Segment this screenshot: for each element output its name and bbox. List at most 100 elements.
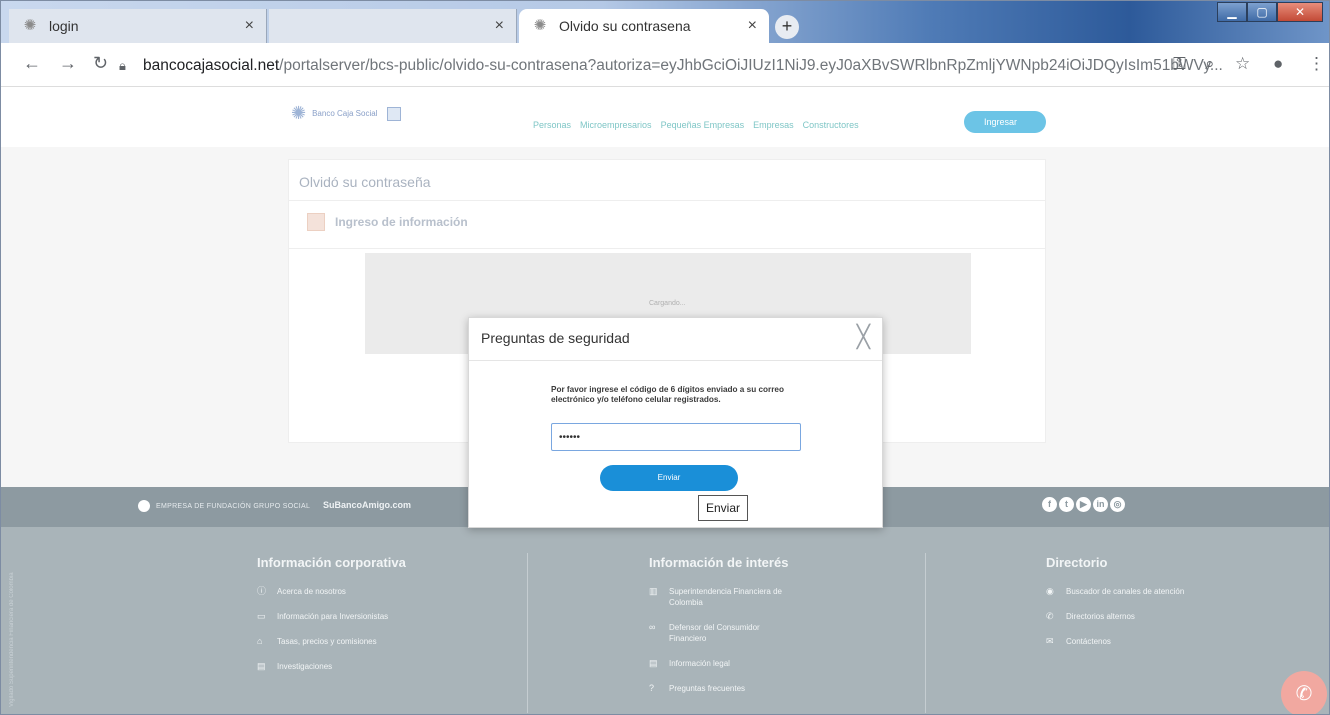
footer-link-defensor[interactable]: ∞ Defensor del Consumidor Financiero [649,622,799,644]
footer-col-title: Información de interés [649,555,789,570]
handshake-icon: ∞ [649,622,656,632]
subancoamigo-link[interactable]: SuBancoAmigo.com [323,500,411,510]
footer-link-label: Superintendencia Financiera de Colombia [669,587,782,607]
youtube-icon[interactable]: ▶ [1076,497,1091,512]
tab-title: Olvido su contrasena [559,18,691,34]
menu-dots-icon[interactable]: ⋮ [1308,54,1325,74]
footer-link-legal[interactable]: ▤ Información legal [649,658,799,669]
tab-olvido-contrasena[interactable]: ✺ Olvido su contrasena × [519,9,769,43]
profile-icon[interactable]: ● [1273,54,1283,74]
zoom-icon[interactable]: ⌕ [1205,54,1215,74]
enviar-button[interactable]: Enviar [600,465,738,491]
twitter-icon[interactable]: t [1059,497,1074,512]
footer-link-label: Directorios alternos [1066,612,1135,621]
minimize-button[interactable]: ▁ [1217,2,1247,22]
footer-col-title: Información corporativa [257,555,406,570]
phone-icon: ✆ [1295,683,1313,705]
tab-blank[interactable]: × [269,9,517,43]
footer-divider [925,553,926,713]
footer-link-acerca[interactable]: ⓘ Acerca de nosotros [257,586,407,597]
document-icon: ▤ [649,658,658,668]
footer-link-label: Información para Inversionistas [277,612,389,621]
tab-close-icon[interactable]: × [748,17,757,35]
reload-icon[interactable]: ↻ [93,53,108,74]
new-tab-button[interactable]: + [775,15,799,39]
modal-title: Preguntas de seguridad [481,330,630,346]
ingresar-button[interactable]: Ingresar [964,111,1046,133]
instagram-icon[interactable]: ◎ [1110,497,1125,512]
mail-icon: ✉ [1046,636,1054,646]
footer-divider [527,553,528,713]
footer-col-directorio: Directorio ◉ Buscador de canales de atenc… [1046,555,1196,661]
bank-logo-icon: ✺ [291,103,307,123]
nav-pequenas-empresas[interactable]: Pequeñas Empresas [661,120,745,130]
modal-instructions: Por favor ingrese el código de 6 dígitos… [551,385,784,404]
star-icon[interactable]: ☆ [1235,54,1250,74]
security-questions-modal: Preguntas de seguridad ╳ Por favor ingre… [468,317,883,528]
tab-close-icon[interactable]: × [495,17,504,35]
title-bar: ✺ login × × ✺ Olvido su contrasena × + ▁… [1,1,1329,43]
maximize-button[interactable]: ▢ [1247,2,1277,22]
footer-col-title: Directorio [1046,555,1108,570]
divider [469,360,882,361]
footer-link-inversionistas[interactable]: ▭ Información para Inversionistas [257,611,407,622]
card-title: Olvidó su contraseña [299,174,431,190]
site-header: ✺ Banco Caja Social Personas Microempres… [1,87,1329,147]
bank-icon: ⌂ [257,636,263,646]
footer-link-label: Preguntas frecuentes [669,684,746,693]
footer-link-preguntas[interactable]: ? Preguntas frecuentes [649,683,799,694]
nav-constructores[interactable]: Constructores [803,120,859,130]
footer-link-label: Información legal [669,659,730,668]
footer-link-contactenos[interactable]: ✉ Contáctenos [1046,636,1196,647]
enviar-tooltip: Enviar [698,495,749,521]
nav-personas[interactable]: Personas [533,120,571,130]
url-path: /portalserver/bcs-public/olvido-su-contr… [279,57,1223,74]
book-icon: ▭ [257,611,266,621]
footer-link-buscador[interactable]: ◉ Buscador de canales de atención [1046,586,1196,597]
facebook-icon[interactable]: f [1042,497,1057,512]
footer-link-investigaciones[interactable]: ▤ Investigaciones [257,661,407,672]
key-icon[interactable]: ⚿ [1173,54,1186,74]
footer-link-superfinanciera[interactable]: ▥ Superintendencia Financiera de Colombia [649,586,799,608]
document-icon: ▤ [257,661,266,671]
nav-microempresarios[interactable]: Microempresarios [580,120,652,130]
forward-arrow-icon[interactable]: → [59,53,77,74]
social-links: f t ▶ in ◎ [1042,497,1125,512]
site-footer: Vigilado Superintendencia Financiera de … [1,527,1329,714]
tab-close-icon[interactable]: × [245,17,254,35]
bank-logo[interactable]: ✺ Banco Caja Social [291,103,402,124]
footer-link-label: Tasas, precios y comisiones [277,637,377,646]
info-icon: ⓘ [257,586,267,596]
footer-col-corporativa: Información corporativa ⓘ Acerca de nosot… [257,555,407,686]
close-window-button[interactable]: ✕ [1277,2,1323,22]
back-arrow-icon[interactable]: ← [23,53,41,74]
bank-favicon-icon: ✺ [533,17,547,34]
divider [289,200,1045,201]
footer-link-tasas[interactable]: ⌂ Tasas, precios y comisiones [257,636,407,647]
close-icon[interactable]: ╳ [857,326,870,348]
fundacion-logo[interactable]: EMPRESA DE FUNDACIÓN GRUPO SOCIAL [138,500,310,512]
building-icon: ▥ [649,586,658,596]
phone-icon: ✆ [1046,611,1054,621]
logo-text: Banco Caja Social [312,109,378,118]
browser-toolbar: ← → ↻ 🔒︎ bancocajasocial.net /portalserv… [1,43,1329,87]
url-domain: bancocajasocial.net [143,57,280,74]
tab-login[interactable]: ✺ login × [9,9,267,43]
phone-chat-button[interactable]: ✆ [1281,671,1327,714]
address-bar[interactable]: 🔒︎ bancocajasocial.net /portalserver/bcs… [119,51,1279,81]
main-nav: Personas Microempresarios Pequeñas Empre… [533,120,859,130]
location-icon: ◉ [1046,586,1054,596]
footer-link-label: Investigaciones [277,662,333,671]
loading-text: Cargando... [649,300,686,307]
footer-link-directorios[interactable]: ✆ Directorios alternos [1046,611,1196,622]
tab-title: login [49,18,79,34]
nav-empresas[interactable]: Empresas [753,120,794,130]
verification-code-input[interactable] [551,423,801,451]
question-icon: ? [649,683,655,693]
form-icon [307,213,325,231]
browser-window: ✺ login × × ✺ Olvido su contrasena × + ▁… [0,0,1330,715]
linkedin-icon[interactable]: in [1093,497,1108,512]
footer-link-label: Contáctenos [1066,637,1111,646]
lock-icon: 🔒︎ [119,58,126,73]
footer-link-label: Defensor del Consumidor Financiero [669,623,760,643]
